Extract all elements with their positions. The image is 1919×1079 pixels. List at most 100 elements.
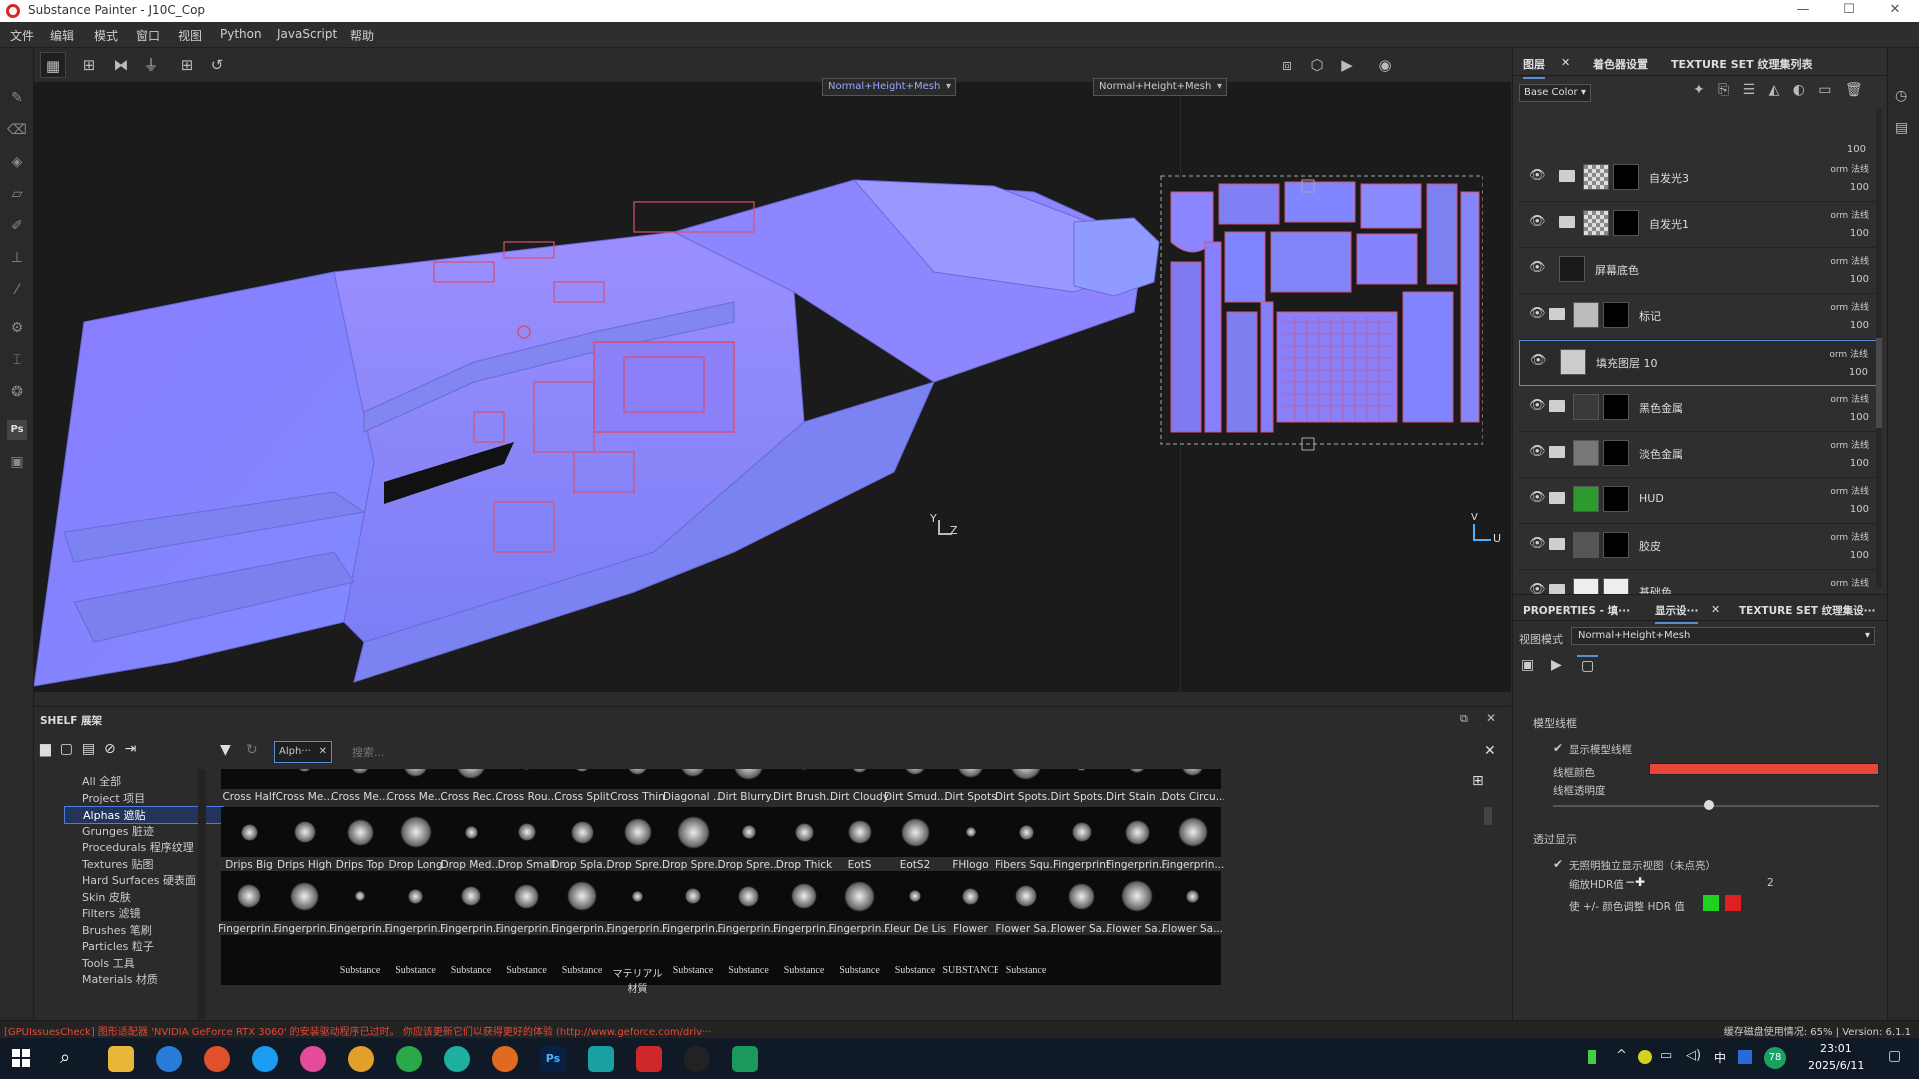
layer-blend-mode[interactable]: orm 法线 (1830, 484, 1869, 497)
ime-icon[interactable] (1738, 1050, 1752, 1064)
import-icon[interactable]: ⇥ (125, 741, 137, 757)
paint-brush-icon[interactable]: ✎ (7, 88, 27, 108)
eye-icon[interactable]: 👁 (1529, 398, 1547, 413)
minimize-button[interactable]: — (1780, 0, 1826, 22)
shelf-alpha-item[interactable]: Substance (773, 935, 835, 1011)
add-folder-icon[interactable]: ▭ (1818, 82, 1831, 98)
unlit-checkbox[interactable]: ✔ (1553, 857, 1563, 871)
layer-blend-mode[interactable]: orm 法线 (1830, 162, 1869, 175)
layer-row-self-illum-1[interactable]: 👁 自发光1 orm 法线 100 (1519, 202, 1881, 248)
image-icon[interactable]: ▣ (1521, 657, 1534, 673)
folder-icon[interactable] (1549, 538, 1565, 550)
layer-row-base-color[interactable]: 👁 基础色 orm 法线 100 (1519, 570, 1881, 596)
layer-blend-mode[interactable]: orm 法线 (1830, 576, 1869, 589)
history-icon[interactable]: ↺ (204, 52, 230, 78)
layer-blend-mode[interactable]: orm 法线 (1830, 254, 1869, 267)
add-fill-layer-icon[interactable]: ⎘ (1718, 82, 1729, 98)
volume-icon[interactable]: ◁) (1686, 1048, 1701, 1063)
substance-painter-icon[interactable] (636, 1046, 662, 1072)
shelf-alpha-item[interactable]: Substance (718, 935, 780, 1011)
qq-icon[interactable] (684, 1046, 710, 1072)
shelf-alpha-item[interactable]: Substance (662, 935, 724, 1011)
ie-browser-icon[interactable] (444, 1046, 470, 1072)
menu-edit[interactable]: 编辑 (50, 27, 74, 44)
wechat-icon[interactable] (732, 1046, 758, 1072)
color-app-icon[interactable] (300, 1046, 326, 1072)
shelf-alpha-item[interactable] (1162, 935, 1224, 1011)
folder-icon[interactable] (1559, 170, 1575, 182)
category-scrollbar[interactable] (198, 769, 206, 1019)
viewport-display-icon[interactable]: ▢ (1577, 655, 1599, 675)
eye-icon[interactable]: 👁 (1529, 536, 1547, 551)
layer-blend-mode[interactable]: orm 法线 (1830, 208, 1869, 221)
photoshop-export-icon[interactable]: Ps (7, 420, 27, 440)
menu-view[interactable]: 视图 (178, 27, 202, 44)
wire-opacity-slider-track[interactable] (1553, 805, 1879, 807)
add-layer-icon[interactable]: ☰ (1743, 82, 1756, 98)
show-wireframe-checkbox[interactable]: ✔ (1553, 741, 1563, 755)
new-item-icon[interactable]: ▢ (60, 741, 73, 757)
channel-dropdown[interactable]: Base Color ▾ (1519, 84, 1591, 102)
layer-opacity[interactable]: 100 (1850, 550, 1869, 561)
shelf-alpha-item[interactable]: Substance (329, 935, 391, 1011)
close-icon[interactable]: ✕ (1486, 711, 1496, 725)
layer-opacity[interactable]: 100 (1850, 182, 1869, 193)
layer-opacity[interactable]: 100 (1850, 504, 1869, 515)
log-icon[interactable]: ▤ (1895, 120, 1908, 136)
trash-icon[interactable]: 🗑 (1845, 82, 1863, 98)
layer-opacity[interactable]: 100 (1850, 458, 1869, 469)
chrome-browser-icon[interactable] (204, 1046, 230, 1072)
viewport-3d-mode-dropdown[interactable]: Normal+Height+Mesh ▾ (822, 78, 956, 96)
shelf-alpha-item[interactable]: Substance (995, 935, 1057, 1011)
layers-scrollbar[interactable] (1876, 108, 1882, 588)
layer-row-screen-base[interactable]: 👁 屏幕底色 orm 法线 100 (1519, 248, 1881, 294)
texture-icon[interactable]: ❂ (7, 382, 27, 402)
layer-blend-mode[interactable]: orm 法线 (1830, 530, 1869, 543)
layer-blend-mode[interactable]: orm 法线 (1830, 392, 1869, 405)
chevron-up-icon[interactable]: ^ (1616, 1048, 1627, 1063)
wire-opacity-slider-handle[interactable] (1704, 800, 1715, 810)
view-mode-dropdown[interactable]: Normal+Height+Mesh ▾ (1571, 627, 1875, 645)
save-icon[interactable]: ▤ (82, 741, 95, 757)
close-button[interactable]: ✕ (1872, 0, 1918, 22)
add-icon[interactable]: ⊞ (174, 52, 200, 78)
video-camera-icon[interactable]: ▶ (1551, 657, 1562, 673)
folder-icon[interactable]: ▆ (40, 741, 51, 757)
shelf-scrollbar[interactable] (1484, 807, 1492, 825)
grid-select-icon[interactable]: ▦ (40, 52, 66, 78)
camera-video-icon[interactable]: ▶ (1334, 52, 1360, 78)
file-explorer-icon[interactable] (108, 1046, 134, 1072)
tab-texture-set-list[interactable]: TEXTURE SET 纹理集列表 (1671, 56, 1813, 72)
close-icon[interactable]: ✕ (319, 742, 327, 762)
hdr-scale-value[interactable]: 2 (1767, 877, 1774, 889)
menu-javascript[interactable]: JavaScript (277, 27, 337, 41)
camera-icon[interactable]: ◉ (1372, 52, 1398, 78)
menu-python[interactable]: Python (220, 27, 262, 41)
maximize-button[interactable]: ☐ (1826, 0, 1872, 22)
color-picker-icon[interactable]: ⁄ (7, 280, 27, 300)
menu-file[interactable]: 文件 (10, 27, 34, 44)
shelf-alpha-item[interactable] (274, 935, 336, 1011)
chrome-icon[interactable] (348, 1046, 374, 1072)
shelf-alpha-item[interactable]: マテリアル材質 (607, 935, 669, 1011)
network-icon[interactable]: ▭ (1660, 1048, 1672, 1063)
qq-browser-icon[interactable] (252, 1046, 278, 1072)
shelf-alpha-item[interactable] (218, 935, 280, 1011)
close-icon[interactable]: ✕ (1711, 603, 1720, 616)
3d-view-icon[interactable]: ⬡ (1304, 52, 1330, 78)
layer-opacity[interactable]: 100 (1849, 367, 1868, 378)
tray-app-icon[interactable] (1638, 1050, 1652, 1064)
layer-blend-mode[interactable]: orm 法线 (1829, 347, 1868, 360)
folder-icon[interactable] (1549, 400, 1565, 412)
viewport-3d[interactable]: Normal+Height+Mesh ▾ Y Z (34, 78, 1180, 692)
green-app-icon[interactable] (396, 1046, 422, 1072)
smudge-icon[interactable]: ✐ (7, 216, 27, 236)
filter-tag[interactable]: Alph··· ✕ (274, 741, 332, 763)
layer-row-self-illum-3[interactable]: 👁 自发光3 orm 法线 100 (1519, 156, 1881, 202)
add-mask-icon[interactable]: ◭ (1769, 82, 1780, 98)
clock-time[interactable]: 23:01 (1820, 1042, 1852, 1055)
shelf-search-input[interactable] (352, 741, 1512, 763)
layer-opacity[interactable]: 100 (1850, 274, 1869, 285)
grid-view-icon[interactable]: ⊞ (1472, 773, 1484, 789)
3dsmax-icon[interactable] (588, 1046, 614, 1072)
